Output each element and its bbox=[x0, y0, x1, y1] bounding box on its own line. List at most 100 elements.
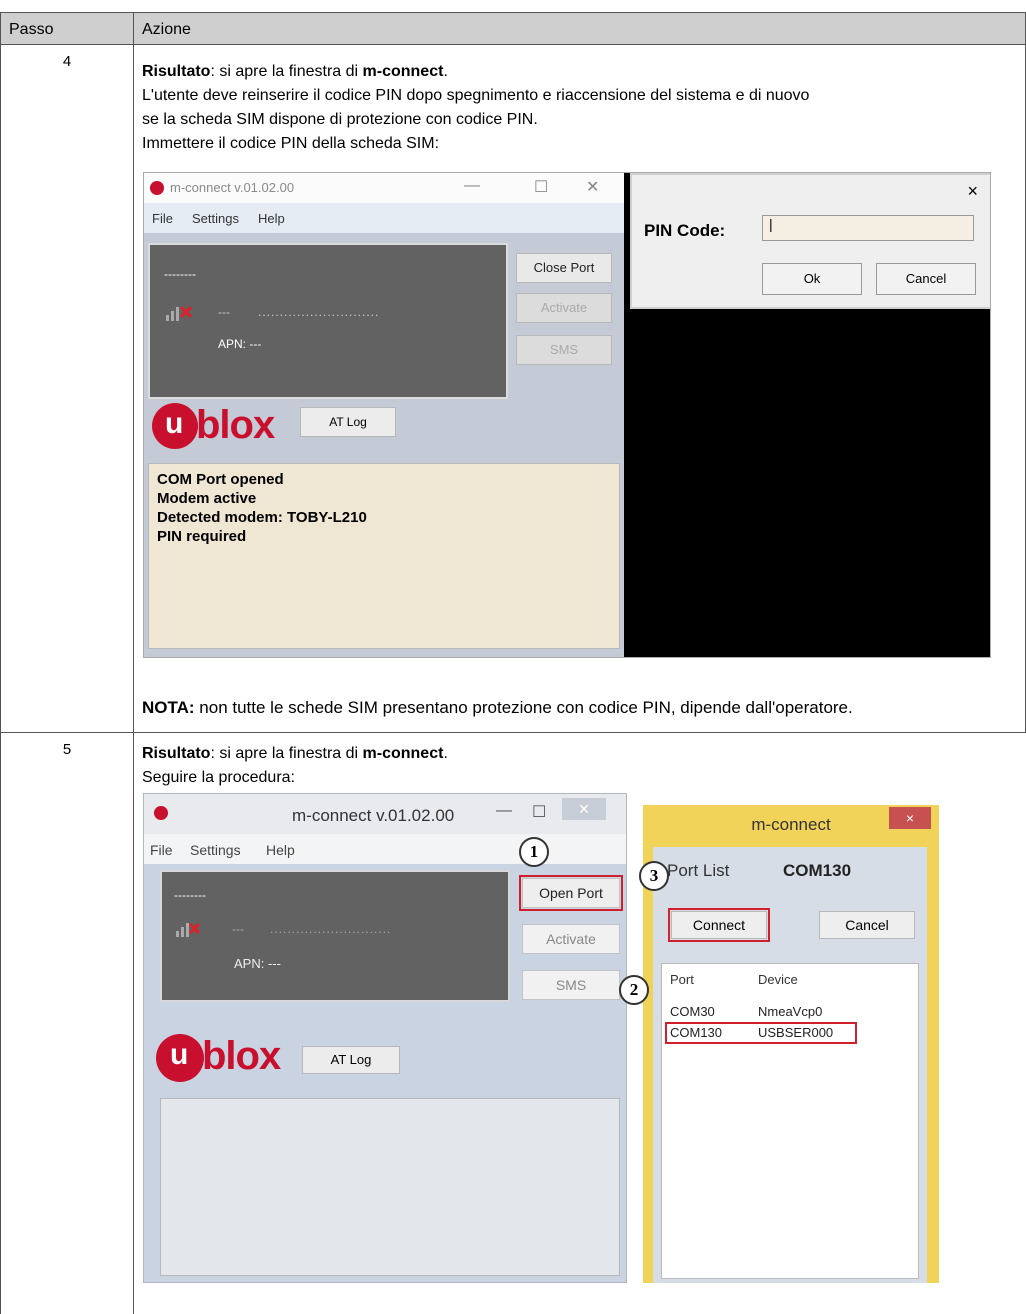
window-titlebar: m-connect v.01.02.00 — ☐ ✕ bbox=[144, 173, 624, 203]
selected-port: COM130 bbox=[783, 861, 852, 880]
ok-button[interactable]: Ok bbox=[762, 263, 862, 295]
activate-button[interactable]: Activate bbox=[522, 924, 620, 954]
note-line: NOTA: non tutte le schede SIM presentano… bbox=[142, 696, 853, 720]
step-number: 5 bbox=[62, 741, 72, 758]
log-line: COM Port opened bbox=[157, 471, 284, 488]
result-label: Risultato bbox=[142, 745, 211, 762]
no-signal-icon bbox=[176, 922, 201, 937]
sms-button[interactable]: SMS bbox=[516, 335, 612, 365]
log-panel: COM Port opened Modem active Detected mo… bbox=[148, 463, 620, 649]
menu-bar: File Settings Help bbox=[144, 834, 626, 864]
log-line: Detected modem: TOBY-L210 bbox=[157, 509, 367, 526]
maximize-icon[interactable]: ☐ bbox=[532, 802, 546, 822]
close-icon[interactable]: ✕ bbox=[586, 177, 599, 197]
minimize-icon[interactable]: — bbox=[496, 802, 512, 820]
pin-code-label: PIN Code: bbox=[644, 221, 726, 240]
note-text: non tutte le schede SIM presentano prote… bbox=[194, 698, 853, 717]
pin-code-input[interactable]: | bbox=[762, 215, 974, 241]
close-icon[interactable]: ✕ bbox=[562, 798, 606, 820]
note-label: NOTA: bbox=[142, 698, 195, 717]
callout-3: 3 bbox=[639, 861, 669, 891]
port-list-label: Port List bbox=[667, 861, 730, 880]
maximize-icon[interactable]: ☐ bbox=[534, 177, 548, 197]
device-cell[interactable]: USBSER000 bbox=[758, 1025, 833, 1040]
ublox-logo-u: u bbox=[165, 407, 184, 440]
result-text: : si apre la finestra di bbox=[210, 63, 363, 80]
pin-dialog: × PIN Code: | Ok Cancel bbox=[630, 173, 990, 309]
header-action: Azione bbox=[142, 21, 191, 38]
menu-settings[interactable]: Settings bbox=[192, 211, 239, 226]
ip-address: ............................ bbox=[270, 922, 392, 936]
operator-name: -------- bbox=[164, 267, 196, 281]
apn-label: APN: --- bbox=[218, 337, 262, 351]
network-type: --- bbox=[232, 922, 244, 936]
at-log-button[interactable]: AT Log bbox=[300, 407, 396, 437]
instruction-line: Seguire la procedura: bbox=[142, 769, 295, 786]
log-panel bbox=[160, 1098, 620, 1276]
sms-button[interactable]: SMS bbox=[522, 970, 620, 1000]
apn-label: APN: --- bbox=[234, 956, 281, 971]
window-title: m-connect v.01.02.00 bbox=[292, 806, 455, 825]
column-header-port[interactable]: Port bbox=[670, 972, 694, 987]
callout-number: 2 bbox=[629, 980, 639, 999]
callout-number: 1 bbox=[529, 842, 539, 861]
open-port-button[interactable]: Open Port bbox=[519, 875, 623, 911]
window-titlebar: m-connect v.01.02.00 — ☐ ✕ bbox=[144, 794, 626, 834]
cancel-button[interactable]: Cancel bbox=[819, 911, 915, 939]
callout-2: 2 bbox=[619, 975, 649, 1005]
window-title: m-connect v.01.02.00 bbox=[170, 180, 295, 195]
menu-help[interactable]: Help bbox=[258, 211, 285, 226]
port-list-dialog: m-connect × Port List COM130 Connect Can… bbox=[643, 805, 939, 1283]
result-period: . bbox=[443, 745, 448, 762]
modem-status-panel: -------- --- ...........................… bbox=[148, 243, 508, 399]
network-type: --- bbox=[218, 305, 230, 319]
app-logo-icon bbox=[154, 806, 168, 820]
minimize-icon[interactable]: — bbox=[464, 177, 480, 195]
connect-button[interactable]: Connect bbox=[668, 908, 770, 942]
app-logo-icon bbox=[150, 181, 164, 195]
result-app-name: m-connect bbox=[362, 63, 444, 80]
instruction-line: Immettere il codice PIN della scheda SIM… bbox=[142, 135, 440, 152]
result-line: Risultato: si apre la finestra di m-conn… bbox=[142, 60, 448, 84]
callout-1: 1 bbox=[519, 837, 549, 867]
activate-button[interactable]: Activate bbox=[516, 293, 612, 323]
log-line: Modem active bbox=[157, 490, 257, 507]
port-cell[interactable]: COM30 bbox=[670, 1004, 715, 1019]
m-connect-window: m-connect v.01.02.00 — ☐ ✕ File Settings… bbox=[143, 793, 627, 1283]
ip-address: ............................ bbox=[258, 305, 380, 319]
screenshot-open-port: m-connect v.01.02.00 — ☐ ✕ File Settings… bbox=[143, 793, 939, 1283]
header-action-cell: Azione bbox=[133, 12, 1026, 45]
step-cell-4: 4 bbox=[0, 45, 134, 733]
device-cell[interactable]: NmeaVcp0 bbox=[758, 1004, 822, 1019]
result-app-name: m-connect bbox=[362, 745, 444, 762]
screenshot-pin-entry: m-connect v.01.02.00 — ☐ ✕ File Settings… bbox=[143, 172, 991, 658]
port-list[interactable]: Port Device COM30 NmeaVcp0 COM130 USBSER… bbox=[661, 963, 919, 1279]
result-text: : si apre la finestra di bbox=[210, 745, 363, 762]
menu-bar: File Settings Help bbox=[144, 203, 624, 233]
ublox-logo-u: u bbox=[170, 1038, 189, 1071]
header-step-cell: Passo bbox=[0, 12, 134, 45]
column-header-device[interactable]: Device bbox=[758, 972, 798, 987]
close-icon[interactable]: × bbox=[889, 807, 931, 829]
header-step: Passo bbox=[9, 21, 54, 38]
result-label: Risultato bbox=[142, 63, 211, 80]
close-port-button[interactable]: Close Port bbox=[516, 253, 612, 283]
ublox-logo: u blox bbox=[156, 1030, 306, 1086]
callout-number: 3 bbox=[649, 866, 659, 885]
cancel-button[interactable]: Cancel bbox=[876, 263, 976, 295]
port-cell[interactable]: COM130 bbox=[670, 1025, 722, 1040]
no-signal-icon bbox=[166, 305, 193, 321]
operator-name: -------- bbox=[174, 888, 206, 902]
step-cell-5: 5 bbox=[0, 733, 134, 1314]
at-log-button[interactable]: AT Log bbox=[302, 1046, 400, 1074]
menu-file[interactable]: File bbox=[150, 842, 173, 858]
menu-help[interactable]: Help bbox=[266, 842, 295, 858]
close-icon[interactable]: × bbox=[967, 181, 978, 202]
instruction-line: se la scheda SIM dispone di protezione c… bbox=[142, 111, 538, 128]
menu-settings[interactable]: Settings bbox=[190, 842, 241, 858]
log-line: PIN required bbox=[157, 528, 247, 545]
instruction-line: L'utente deve reinserire il codice PIN d… bbox=[142, 87, 810, 104]
menu-file[interactable]: File bbox=[152, 211, 173, 226]
ublox-logo-text: blox bbox=[196, 403, 275, 447]
ublox-logo-text: blox bbox=[202, 1034, 281, 1078]
